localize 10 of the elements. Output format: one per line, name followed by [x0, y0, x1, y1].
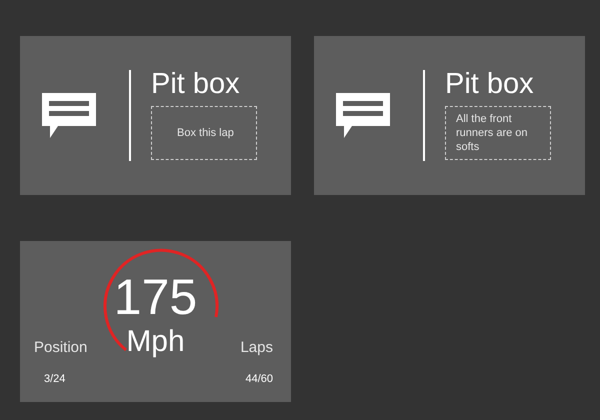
speed-unit: Mph	[126, 325, 185, 359]
message-title: Pit box	[151, 68, 241, 100]
speed-value: 175	[114, 271, 198, 323]
message-text: Box this lap	[176, 126, 235, 140]
message-text: All the front runners are on softs	[455, 112, 529, 154]
stat-label: Laps	[240, 339, 273, 357]
stat-value: 44/60	[245, 372, 273, 387]
stat-label: Position	[34, 339, 88, 357]
message-title: Pit box	[445, 68, 535, 100]
stat-value: 3/24	[43, 372, 66, 387]
